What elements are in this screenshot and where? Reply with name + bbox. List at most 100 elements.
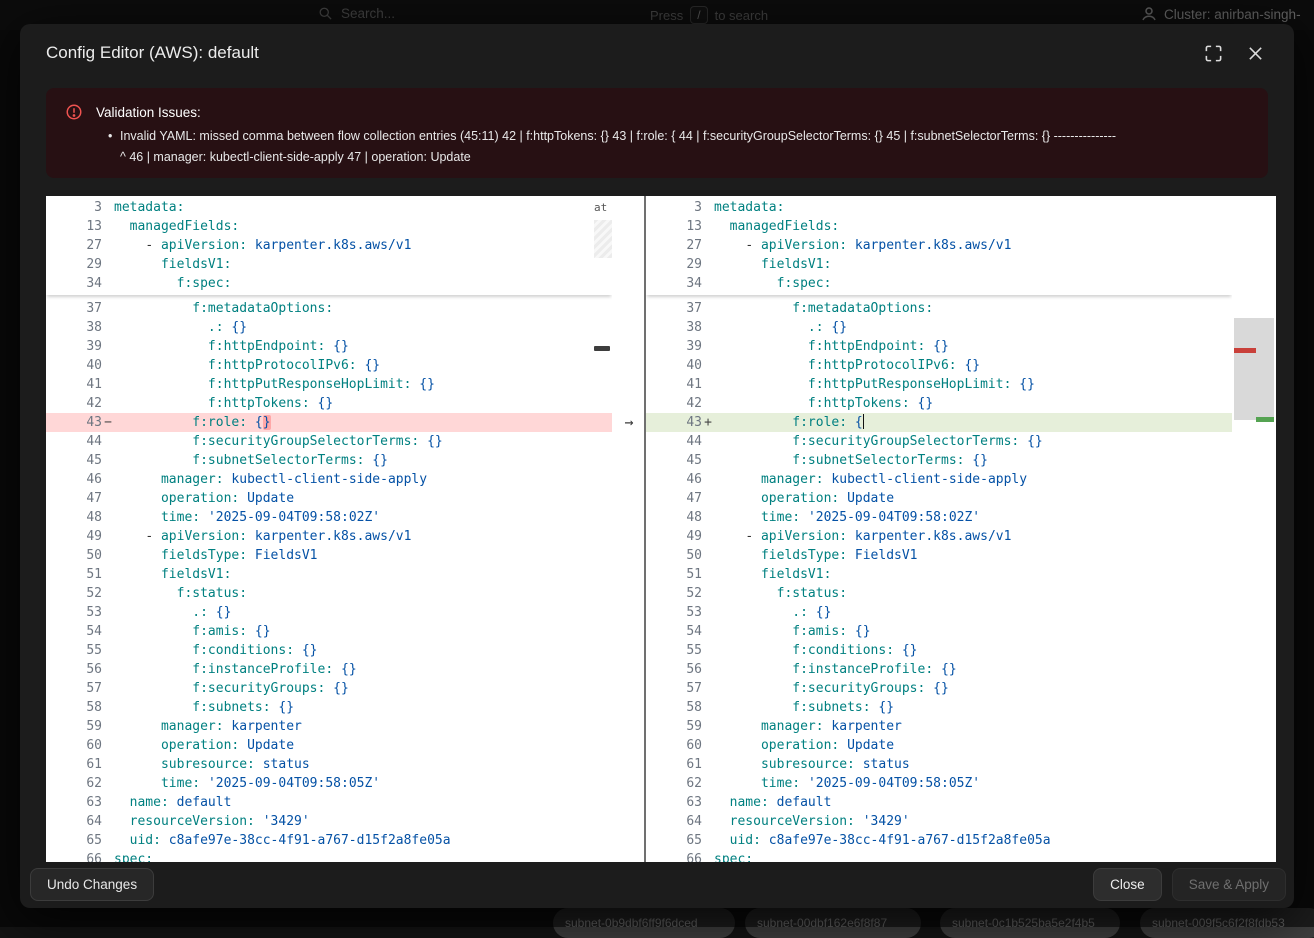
code-line[interactable]: 61 subresource: status <box>46 755 612 774</box>
code-line[interactable]: 50 fieldsType: FieldsV1 <box>46 546 612 565</box>
code-line[interactable]: 44 f:securityGroupSelectorTerms: {} <box>46 432 612 451</box>
line-number: 29 <box>46 255 102 274</box>
code-line[interactable]: 47 operation: Update <box>646 489 1232 508</box>
sticky-code-line[interactable]: 13 managedFields: <box>646 217 1232 236</box>
sticky-code-line[interactable]: 34 f:spec: <box>46 274 612 293</box>
code-line[interactable]: 44 f:securityGroupSelectorTerms: {} <box>646 432 1232 451</box>
code-line[interactable]: 48 time: '2025-09-04T09:58:02Z' <box>46 508 612 527</box>
code-line[interactable]: 39 f:httpEndpoint: {} <box>646 337 1232 356</box>
diff-marker <box>702 356 714 375</box>
undo-changes-button[interactable]: Undo Changes <box>30 868 154 901</box>
line-number: 61 <box>646 755 702 774</box>
code-line[interactable]: 56 f:instanceProfile: {} <box>646 660 1232 679</box>
line-number: 65 <box>46 831 102 850</box>
code-line[interactable]: 56 f:instanceProfile: {} <box>46 660 612 679</box>
code-line[interactable]: 40 f:httpProtocolIPv6: {} <box>646 356 1232 375</box>
code-line[interactable]: 52 f:status: <box>646 584 1232 603</box>
code-line[interactable]: 40 f:httpProtocolIPv6: {} <box>46 356 612 375</box>
code-line[interactable]: 66 spec: <box>46 850 612 862</box>
code-line[interactable]: 54 f:amis: {} <box>46 622 612 641</box>
folded-region-label: at <box>594 201 614 214</box>
sticky-code-line[interactable]: 29 fieldsV1: <box>46 255 612 274</box>
diff-marker <box>102 255 114 274</box>
code-line[interactable]: 42 f:httpTokens: {} <box>46 394 612 413</box>
code-line[interactable]: 41 f:httpPutResponseHopLimit: {} <box>646 375 1232 394</box>
code-line[interactable]: 51 fieldsV1: <box>46 565 612 584</box>
scrollbar-slider[interactable] <box>1234 318 1274 420</box>
code-line[interactable]: 43− f:role: {} <box>46 413 612 432</box>
code-line[interactable]: 38 .: {} <box>646 318 1232 337</box>
diff-marker <box>102 850 114 862</box>
code-line[interactable]: 53 .: {} <box>46 603 612 622</box>
code-line[interactable]: 42 f:httpTokens: {} <box>646 394 1232 413</box>
diff-marker <box>102 679 114 698</box>
sticky-code-line[interactable]: 34 f:spec: <box>646 274 1232 293</box>
close-icon <box>1247 45 1264 62</box>
code-text: metadata: <box>114 200 184 215</box>
save-apply-button[interactable]: Save & Apply <box>1172 868 1286 901</box>
code-line[interactable]: 55 f:conditions: {} <box>646 641 1232 660</box>
code-line[interactable]: 39 f:httpEndpoint: {} <box>46 337 612 356</box>
code-line[interactable]: 64 resourceVersion: '3429' <box>646 812 1232 831</box>
sticky-code-line[interactable]: 27 - apiVersion: karpenter.k8s.aws/v1 <box>46 236 612 255</box>
code-text: - apiVersion: karpenter.k8s.aws/v1 <box>714 529 1011 544</box>
code-line[interactable]: 55 f:conditions: {} <box>46 641 612 660</box>
code-line[interactable]: 57 f:securityGroups: {} <box>46 679 612 698</box>
line-number: 56 <box>46 660 102 679</box>
close-button[interactable] <box>1242 40 1268 66</box>
code-line[interactable]: 47 operation: Update <box>46 489 612 508</box>
code-line[interactable]: 59 manager: karpenter <box>46 717 612 736</box>
diff-marker <box>102 527 114 546</box>
code-text: fieldsType: FieldsV1 <box>714 548 918 563</box>
code-line[interactable]: 54 f:amis: {} <box>646 622 1232 641</box>
code-line[interactable]: 51 fieldsV1: <box>646 565 1232 584</box>
diff-gutter: → <box>612 196 646 862</box>
code-line[interactable]: 37 f:metadataOptions: <box>46 299 612 318</box>
revert-change-button[interactable]: → <box>612 413 646 432</box>
code-line[interactable]: 65 uid: c8afe97e-38cc-4f91-a767-d15f2a8f… <box>646 831 1232 850</box>
code-line[interactable]: 41 f:httpPutResponseHopLimit: {} <box>46 375 612 394</box>
code-line[interactable]: 58 f:subnets: {} <box>46 698 612 717</box>
code-line[interactable]: 48 time: '2025-09-04T09:58:02Z' <box>646 508 1232 527</box>
code-line[interactable]: 62 time: '2025-09-04T09:58:05Z' <box>646 774 1232 793</box>
sticky-code-line[interactable]: 3 metadata: <box>46 198 612 217</box>
code-line[interactable]: 57 f:securityGroups: {} <box>646 679 1232 698</box>
code-line[interactable]: 46 manager: kubectl-client-side-apply <box>646 470 1232 489</box>
code-line[interactable]: 49 - apiVersion: karpenter.k8s.aws/v1 <box>46 527 612 546</box>
code-line[interactable]: 53 .: {} <box>646 603 1232 622</box>
dialog-title: Config Editor (AWS): default <box>46 43 1184 63</box>
code-line[interactable]: 65 uid: c8afe97e-38cc-4f91-a767-d15f2a8f… <box>46 831 612 850</box>
code-line[interactable]: 37 f:metadataOptions: <box>646 299 1232 318</box>
code-line[interactable]: 60 operation: Update <box>646 736 1232 755</box>
code-line[interactable]: 45 f:subnetSelectorTerms: {} <box>646 451 1232 470</box>
close-dialog-button[interactable]: Close <box>1093 868 1162 901</box>
code-line[interactable]: 63 name: default <box>46 793 612 812</box>
code-line[interactable]: 60 operation: Update <box>46 736 612 755</box>
code-line[interactable]: 62 time: '2025-09-04T09:58:05Z' <box>46 774 612 793</box>
code-line[interactable]: 38 .: {} <box>46 318 612 337</box>
sticky-code-line[interactable]: 27 - apiVersion: karpenter.k8s.aws/v1 <box>646 236 1232 255</box>
sticky-code-line[interactable]: 13 managedFields: <box>46 217 612 236</box>
code-line[interactable]: 66 spec: <box>646 850 1232 862</box>
code-line[interactable]: 50 fieldsType: FieldsV1 <box>646 546 1232 565</box>
code-line[interactable]: 64 resourceVersion: '3429' <box>46 812 612 831</box>
code-line[interactable]: 46 manager: kubectl-client-side-apply <box>46 470 612 489</box>
code-line[interactable]: 49 - apiVersion: karpenter.k8s.aws/v1 <box>646 527 1232 546</box>
code-line[interactable]: 43+ f:role: { <box>646 413 1232 432</box>
code-line[interactable]: 63 name: default <box>646 793 1232 812</box>
fullscreen-button[interactable] <box>1200 40 1226 66</box>
line-number: 63 <box>646 793 702 812</box>
deleted-line-overview-mark <box>594 346 610 351</box>
code-text: f:securityGroups: {} <box>114 681 349 696</box>
code-line[interactable]: 52 f:status: <box>46 584 612 603</box>
code-line[interactable]: 45 f:subnetSelectorTerms: {} <box>46 451 612 470</box>
code-text: f:metadataOptions: <box>114 301 333 316</box>
line-number: 42 <box>646 394 702 413</box>
code-line[interactable]: 59 manager: karpenter <box>646 717 1232 736</box>
diff-marker <box>702 337 714 356</box>
diff-marker <box>702 641 714 660</box>
sticky-code-line[interactable]: 3 metadata: <box>646 198 1232 217</box>
code-line[interactable]: 58 f:subnets: {} <box>646 698 1232 717</box>
sticky-code-line[interactable]: 29 fieldsV1: <box>646 255 1232 274</box>
code-line[interactable]: 61 subresource: status <box>646 755 1232 774</box>
